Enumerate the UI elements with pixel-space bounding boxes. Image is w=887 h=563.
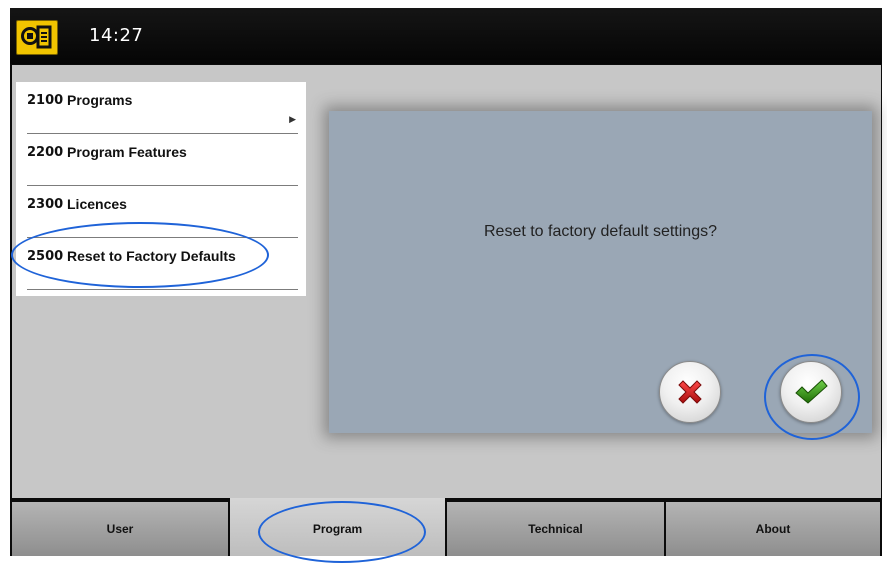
clock-time: 14:27 bbox=[89, 25, 144, 46]
menu-item-code: 2200 bbox=[27, 145, 64, 160]
tab-program[interactable]: Program bbox=[230, 498, 445, 556]
menu-item-label: Reset to Factory Defaults bbox=[67, 248, 236, 264]
menu-item-licences[interactable]: 2300 Licences bbox=[16, 186, 306, 238]
tab-user[interactable]: User bbox=[12, 502, 228, 556]
main-content: 2100 Programs ▶ 2200 Program Features 23… bbox=[12, 65, 881, 498]
top-bar: 14:27 bbox=[10, 8, 882, 64]
panoramic-unit-icon[interactable] bbox=[16, 20, 58, 55]
dialog-message: Reset to factory default settings? bbox=[483, 223, 717, 240]
red-x-icon bbox=[678, 380, 702, 404]
menu-item-label: Licences bbox=[67, 196, 127, 212]
confirm-button[interactable] bbox=[780, 361, 842, 423]
menu-divider bbox=[27, 289, 298, 290]
confirm-dialog: Reset to factory default settings? bbox=[329, 111, 872, 433]
screen: 14:27 2100 Programs ▶ 2200 Program Featu… bbox=[0, 0, 887, 563]
menu-item-program-features[interactable]: 2200 Program Features bbox=[16, 134, 306, 186]
tab-about[interactable]: About bbox=[666, 502, 880, 556]
menu-item-code: 2500 bbox=[27, 249, 64, 264]
menu-item-code: 2100 bbox=[27, 93, 64, 108]
tab-label: Program bbox=[312, 522, 363, 536]
submenu-arrow-icon: ▶ bbox=[289, 115, 296, 125]
tab-label: Technical bbox=[528, 522, 583, 536]
menu-item-code: 2300 bbox=[27, 197, 64, 212]
bottom-tab-bar: User Program Technical About bbox=[10, 498, 882, 556]
tab-technical[interactable]: Technical bbox=[447, 502, 664, 556]
menu-item-reset-factory-defaults[interactable]: 2500 Reset to Factory Defaults bbox=[16, 238, 306, 290]
cancel-button[interactable] bbox=[659, 361, 721, 423]
menu-item-label: Programs bbox=[67, 92, 133, 108]
menu-item-label: Program Features bbox=[67, 144, 187, 160]
device-frame: 14:27 2100 Programs ▶ 2200 Program Featu… bbox=[10, 8, 882, 556]
menu-item-programs[interactable]: 2100 Programs ▶ bbox=[16, 82, 306, 134]
tab-label: User bbox=[106, 522, 134, 536]
settings-menu: 2100 Programs ▶ 2200 Program Features 23… bbox=[16, 82, 306, 296]
green-check-icon bbox=[795, 379, 828, 404]
tab-label: About bbox=[755, 522, 791, 536]
